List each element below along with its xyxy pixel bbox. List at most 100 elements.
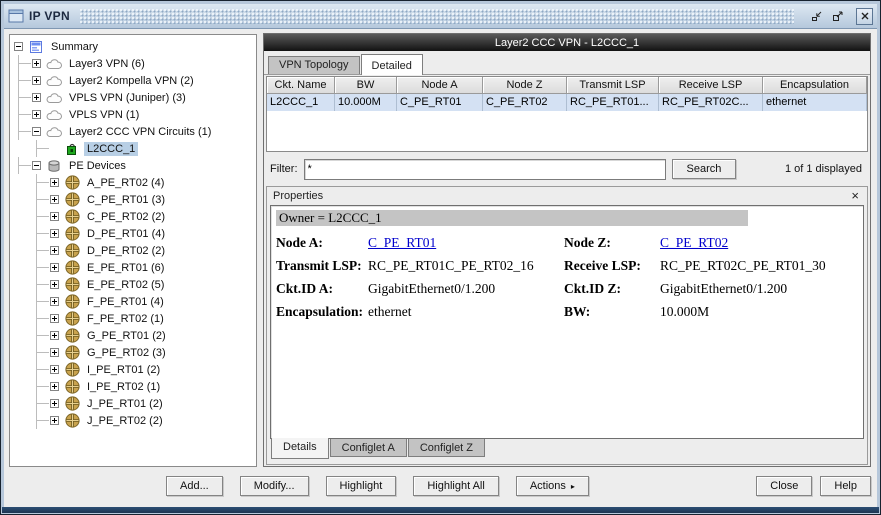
expand-icon[interactable] <box>50 331 59 340</box>
expand-icon[interactable] <box>50 416 59 425</box>
close-button[interactable]: Close <box>756 476 812 496</box>
panel-title: Layer2 CCC VPN - L2CCC_1 <box>264 34 870 51</box>
column-header-encapsulation[interactable]: Encapsulation <box>763 77 867 94</box>
collapse-icon[interactable] <box>32 161 41 170</box>
expand-icon[interactable] <box>50 263 59 272</box>
summary-icon <box>28 39 44 54</box>
tree-item-vpls-vpn-1[interactable]: VPLS VPN (1) <box>10 106 256 123</box>
router-icon <box>64 209 80 224</box>
properties-panel: Properties × Owner = L2CCC_1 Node A:C_PE… <box>266 186 868 465</box>
property-label: Receive LSP: <box>564 254 660 277</box>
router-icon <box>64 192 80 207</box>
tree-item-j-pe-rt01-2[interactable]: J_PE_RT01 (2) <box>10 395 256 412</box>
node-link-c-pe-rt01[interactable]: C_PE_RT01 <box>368 231 564 254</box>
tree-item-summary[interactable]: Summary <box>10 38 256 55</box>
expand-icon[interactable] <box>50 229 59 238</box>
owner-bar: Owner = L2CCC_1 <box>276 210 748 226</box>
column-header-bw[interactable]: BW <box>335 77 397 94</box>
circuit-table: Ckt. NameBWNode ANode ZTransmit LSPRecei… <box>266 76 868 152</box>
property-label: Ckt.ID Z: <box>564 277 660 300</box>
column-header-transmit-lsp[interactable]: Transmit LSP <box>567 77 659 94</box>
tree-item-d-pe-rt01-4[interactable]: D_PE_RT01 (4) <box>10 225 256 242</box>
tree-item-label: C_PE_RT01 (3) <box>84 193 168 207</box>
table-cell: RC_PE_RT01... <box>567 94 659 111</box>
property-label: Ckt.ID A: <box>276 277 368 300</box>
expand-icon[interactable] <box>50 399 59 408</box>
expand-icon[interactable] <box>32 93 41 102</box>
highlight-all-button[interactable]: Highlight All <box>413 476 498 496</box>
expand-icon[interactable] <box>50 280 59 289</box>
expand-icon[interactable] <box>50 382 59 391</box>
expand-icon[interactable] <box>50 212 59 221</box>
close-window-icon[interactable] <box>856 8 873 25</box>
expand-icon[interactable] <box>32 59 41 68</box>
tree-item-c-pe-rt01-3[interactable]: C_PE_RT01 (3) <box>10 191 256 208</box>
tree-item-layer3-vpn-6[interactable]: Layer3 VPN (6) <box>10 55 256 72</box>
tree-item-d-pe-rt02-2[interactable]: D_PE_RT02 (2) <box>10 242 256 259</box>
button-bar: Add... Modify... Highlight Highlight All Act… <box>4 473 871 499</box>
router-icon <box>64 413 80 428</box>
modify-button[interactable]: Modify... <box>240 476 309 496</box>
tree-item-g-pe-rt02-3[interactable]: G_PE_RT02 (3) <box>10 344 256 361</box>
tree-item-j-pe-rt02-2[interactable]: J_PE_RT02 (2) <box>10 412 256 429</box>
cloud-icon <box>46 56 62 71</box>
tree-item-i-pe-rt01-2[interactable]: I_PE_RT01 (2) <box>10 361 256 378</box>
help-button[interactable]: Help <box>820 476 871 496</box>
expand-icon[interactable] <box>50 178 59 187</box>
collapse-icon[interactable] <box>32 127 41 136</box>
actions-button[interactable]: Actions▸ <box>516 476 589 496</box>
property-value: GigabitEthernet0/1.200 <box>368 277 564 300</box>
tree-item-a-pe-rt02-4[interactable]: A_PE_RT02 (4) <box>10 174 256 191</box>
tree-item-layer2-ccc-vpn-circuits-1[interactable]: Layer2 CCC VPN Circuits (1) <box>10 123 256 140</box>
expand-icon[interactable] <box>32 110 41 119</box>
tab-vpn-topology[interactable]: VPN Topology <box>268 56 360 74</box>
tab-details[interactable]: Details <box>271 438 329 459</box>
expand-icon[interactable] <box>50 348 59 357</box>
tree-item-layer2-kompella-vpn-2[interactable]: Layer2 Kompella VPN (2) <box>10 72 256 89</box>
tree-item-e-pe-rt02-5[interactable]: E_PE_RT02 (5) <box>10 276 256 293</box>
tree-item-vpls-vpn-juniper-3[interactable]: VPLS VPN (Juniper) (3) <box>10 89 256 106</box>
router-icon <box>64 311 80 326</box>
tree-item-f-pe-rt01-4[interactable]: F_PE_RT01 (4) <box>10 293 256 310</box>
router-icon <box>64 328 80 343</box>
expand-icon[interactable] <box>50 314 59 323</box>
expand-icon[interactable] <box>50 297 59 306</box>
window-titlebar[interactable]: IP VPN <box>4 4 877 29</box>
ip-vpn-window: IP VPN SummaryLayer3 VPN (6)Layer2 Kompe… <box>0 0 881 515</box>
expand-icon[interactable] <box>50 246 59 255</box>
tab-configlet-z[interactable]: Configlet Z <box>408 439 485 457</box>
highlight-button[interactable]: Highlight <box>326 476 397 496</box>
router-icon <box>64 396 80 411</box>
tab-detailed[interactable]: Detailed <box>361 54 423 75</box>
properties-title: Properties <box>273 190 323 202</box>
tree-item-f-pe-rt02-1[interactable]: F_PE_RT02 (1) <box>10 310 256 327</box>
tree-item-label: D_PE_RT02 (2) <box>84 244 168 258</box>
node-link-c-pe-rt02[interactable]: C_PE_RT02 <box>660 231 858 254</box>
tree-item-g-pe-rt01-2[interactable]: G_PE_RT01 (2) <box>10 327 256 344</box>
tree-item-e-pe-rt01-6[interactable]: E_PE_RT01 (6) <box>10 259 256 276</box>
tree-item-c-pe-rt02-2[interactable]: C_PE_RT02 (2) <box>10 208 256 225</box>
expand-icon[interactable] <box>32 76 41 85</box>
properties-close-icon[interactable]: × <box>849 190 861 202</box>
tree-item-label: Summary <box>48 40 101 54</box>
collapse-icon[interactable] <box>14 42 23 51</box>
table-row[interactable]: L2CCC_110.000MC_PE_RT01C_PE_RT02RC_PE_RT… <box>267 94 867 111</box>
column-header-receive-lsp[interactable]: Receive LSP <box>659 77 763 94</box>
tab-configlet-a[interactable]: Configlet A <box>330 439 407 457</box>
add-button[interactable]: Add... <box>166 476 223 496</box>
column-header-node-z[interactable]: Node Z <box>483 77 567 94</box>
iconify-icon[interactable] <box>808 8 825 25</box>
maximize-icon[interactable] <box>829 8 846 25</box>
search-button[interactable]: Search <box>672 159 737 179</box>
tree-item-l2ccc-1[interactable]: L2CCC_1 <box>10 140 256 157</box>
tree-item-label: C_PE_RT02 (2) <box>84 210 168 224</box>
column-header-node-a[interactable]: Node A <box>397 77 483 94</box>
tree-item-i-pe-rt02-1[interactable]: I_PE_RT02 (1) <box>10 378 256 395</box>
column-header-ckt-name[interactable]: Ckt. Name <box>267 77 335 94</box>
filter-input[interactable] <box>304 159 666 180</box>
expand-icon[interactable] <box>50 365 59 374</box>
expand-icon[interactable] <box>50 195 59 204</box>
router-icon <box>64 345 80 360</box>
tree-item-label: PE Devices <box>66 159 129 173</box>
tree-item-pe-devices[interactable]: PE Devices <box>10 157 256 174</box>
